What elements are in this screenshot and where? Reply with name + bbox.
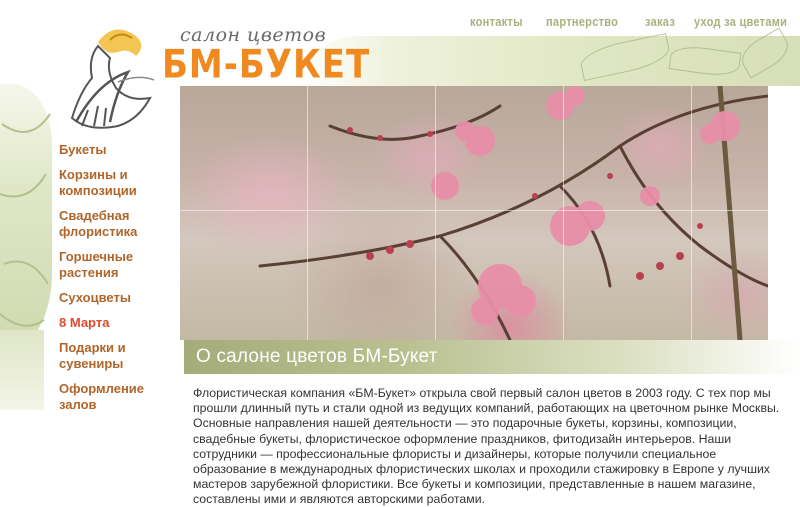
photo-grid-line (563, 86, 564, 340)
section-title-bar: О салоне цветов БМ-Букет (180, 340, 800, 374)
photo-grid-line (435, 86, 436, 340)
sidebar-item-bouquets[interactable]: Букеты (59, 142, 179, 158)
cherry-blossom-photo (180, 86, 768, 340)
sidebar-item-dried-flowers[interactable]: Сухоцветы (59, 290, 179, 306)
top-navigation: контакты партнерство заказ уход за цвета… (470, 14, 800, 29)
sidebar-item-gifts[interactable]: Подарки и сувениры (59, 340, 179, 372)
topnav-item-partnership[interactable]: партнерство (546, 14, 618, 29)
photo-grid-line (180, 210, 768, 211)
about-text: Флористическая компания «БМ-Букет» откры… (193, 386, 780, 507)
sidebar-item-baskets[interactable]: Корзины и композиции (59, 167, 179, 199)
sidebar-item-march-8[interactable]: 8 Марта (59, 315, 179, 331)
header-decor-band (300, 27, 800, 86)
topnav-item-flower-care[interactable]: уход за цветами (694, 14, 787, 29)
leaf-decor-icon (668, 43, 742, 79)
flower-woman-logo-icon[interactable] (58, 22, 168, 142)
leaf-decor-icon (577, 32, 673, 82)
sidebar-item-wedding[interactable]: Свадебная флористика (59, 208, 179, 240)
sidebar-decor-panel-lower (0, 330, 44, 410)
sidebar-item-hall-decoration[interactable]: Оформление залов (59, 381, 179, 413)
sidebar-decor-panel (0, 84, 52, 354)
brand-name[interactable]: БМ-БУКЕТ (162, 42, 370, 88)
sidebar-menu: Букеты Корзины и композиции Свадебная фл… (59, 142, 179, 422)
leaf-decor-icon (735, 27, 795, 79)
blossom-branches-image (258, 86, 768, 340)
photo-grid-line (307, 86, 308, 340)
leaves-decor-icon (0, 113, 51, 327)
sidebar-item-potted-plants[interactable]: Горшечные растения (59, 249, 179, 281)
topnav-item-contacts[interactable]: контакты (470, 14, 523, 29)
page-title: О салоне цветов БМ-Букет (196, 346, 438, 367)
photo-grid-line (691, 86, 692, 340)
topnav-item-order[interactable]: заказ (645, 14, 675, 29)
